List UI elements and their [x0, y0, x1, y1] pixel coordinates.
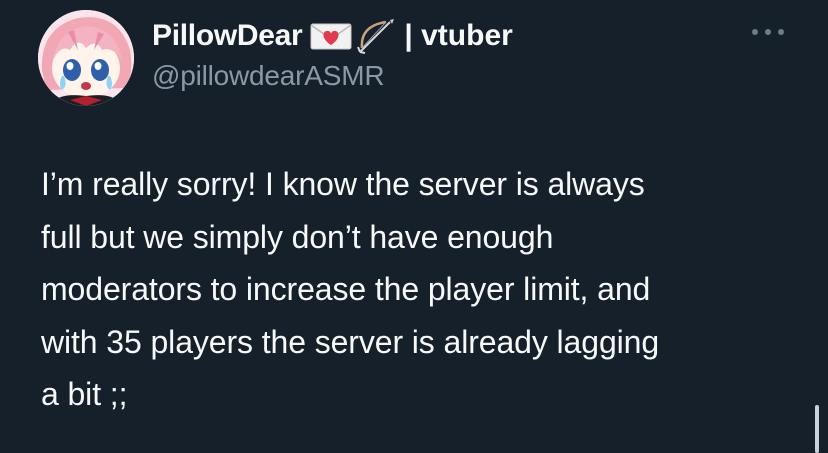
avatar[interactable]	[38, 10, 134, 106]
more-dot	[765, 29, 771, 35]
more-horizontal-icon[interactable]	[752, 24, 784, 40]
display-name[interactable]: PillowDear	[152, 19, 303, 53]
name-row: PillowDear | vtuber	[152, 17, 513, 55]
bow-and-arrow-icon	[356, 18, 396, 54]
name-suffix: | vtuber	[404, 19, 513, 52]
tweet-text: I’m really sorry! I know the server is a…	[41, 166, 660, 412]
tweet: PillowDear | vtuber @pillowdearASMR I’m …	[0, 0, 828, 453]
love-letter-icon	[310, 21, 352, 51]
user-handle[interactable]: @pillowdearASMR	[152, 60, 385, 92]
more-dot	[752, 29, 758, 35]
more-dot	[778, 29, 784, 35]
scrollbar[interactable]	[815, 405, 819, 453]
